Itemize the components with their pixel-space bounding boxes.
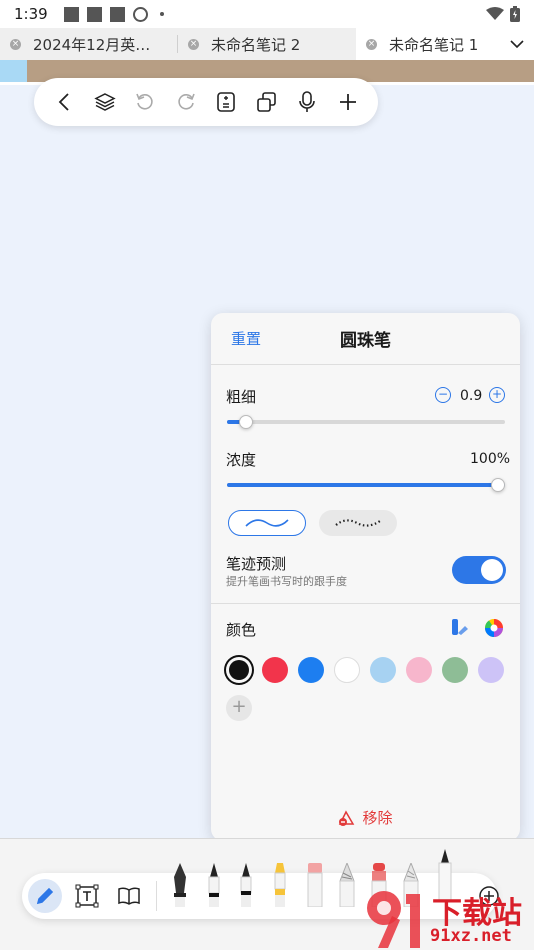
tab-note-2[interactable]: × 未命名笔记 2 bbox=[178, 28, 356, 60]
color-swatch[interactable] bbox=[478, 657, 504, 683]
add-button[interactable] bbox=[335, 89, 361, 115]
opacity-value: 100% bbox=[470, 451, 511, 467]
tab-note-3[interactable]: × 未命名笔记 1 bbox=[356, 28, 534, 60]
watermark-logo: 下载站 91xz.net bbox=[362, 888, 534, 950]
book-icon bbox=[118, 887, 140, 905]
stroke-prediction-toggle[interactable] bbox=[452, 556, 506, 584]
tab-bar: × 2024年12月英… × 未命名笔记 2 × 未命名笔记 1 bbox=[0, 28, 534, 60]
stroke-prediction-description: 提升笔画书写时的跟手度 bbox=[226, 575, 347, 588]
text-box-button[interactable] bbox=[70, 879, 104, 913]
thickness-decrease-button[interactable]: − bbox=[435, 387, 451, 403]
close-tab-icon[interactable]: × bbox=[10, 38, 21, 50]
notification-icon bbox=[63, 6, 79, 22]
opacity-slider-thumb[interactable] bbox=[491, 478, 505, 492]
highlighter-tool[interactable] bbox=[272, 863, 288, 907]
stroke-style-dotted[interactable] bbox=[319, 510, 397, 536]
page-adjust-icon bbox=[217, 92, 236, 112]
color-swatch[interactable] bbox=[442, 657, 468, 683]
watermark-mark-icon bbox=[367, 891, 420, 948]
panel-header: 重置 圆珠笔 bbox=[211, 313, 520, 365]
add-color-button[interactable]: + bbox=[226, 695, 252, 721]
solid-stroke-icon bbox=[245, 519, 289, 527]
status-time: 1:39 bbox=[14, 5, 48, 23]
pencil-icon bbox=[36, 887, 54, 905]
notification-icon bbox=[86, 6, 102, 22]
color-swatch[interactable] bbox=[229, 660, 249, 680]
close-tab-icon[interactable]: × bbox=[366, 38, 377, 50]
reading-mode-button[interactable] bbox=[112, 879, 146, 913]
tab-label: 未命名笔记 2 bbox=[211, 35, 301, 54]
pen-mode-button[interactable] bbox=[28, 879, 62, 913]
microphone-icon bbox=[299, 91, 316, 112]
color-picker-icon[interactable] bbox=[451, 617, 469, 637]
watermark-site: 91xz.net bbox=[430, 926, 512, 946]
tab-label: 2024年12月英… bbox=[33, 35, 151, 54]
record-button[interactable] bbox=[294, 89, 320, 115]
pen-settings-panel: 重置 圆珠笔 粗细 − 0.9 + 浓度 100% 笔迹预测 提升笔画书写时的跟… bbox=[211, 313, 520, 841]
close-tab-icon[interactable]: × bbox=[188, 38, 199, 50]
undo-icon bbox=[136, 93, 153, 110]
color-swatch[interactable] bbox=[262, 657, 288, 683]
page-settings-button[interactable] bbox=[213, 89, 239, 115]
color-swatch[interactable] bbox=[298, 657, 324, 683]
top-toolbar bbox=[34, 78, 378, 126]
opacity-label: 浓度 bbox=[226, 451, 257, 469]
layers-icon bbox=[94, 93, 116, 111]
status-bar: 1:39 bbox=[0, 0, 534, 28]
redo-icon bbox=[178, 93, 195, 110]
stroke-style-solid[interactable] bbox=[228, 510, 306, 536]
ballpoint-pen-tool[interactable] bbox=[206, 863, 222, 907]
battery-icon bbox=[510, 6, 520, 22]
plus-icon bbox=[339, 94, 356, 110]
color-swatch[interactable] bbox=[334, 657, 360, 683]
color-wheel-icon[interactable] bbox=[484, 618, 504, 638]
remove-icon bbox=[339, 809, 355, 826]
text-box-icon bbox=[75, 884, 99, 908]
more-notifications-icon bbox=[159, 12, 164, 16]
remove-pen-button[interactable]: 移除 bbox=[211, 807, 520, 828]
notification-icon bbox=[109, 6, 125, 22]
marker-pen-tool[interactable] bbox=[238, 863, 254, 907]
color-swatch[interactable] bbox=[406, 657, 432, 683]
thickness-label: 粗细 bbox=[226, 388, 257, 406]
dotted-stroke-icon bbox=[335, 519, 381, 527]
tab-label: 未命名笔记 1 bbox=[389, 35, 479, 54]
remove-label: 移除 bbox=[362, 809, 393, 827]
opacity-slider[interactable] bbox=[227, 478, 505, 492]
color-label: 颜色 bbox=[226, 621, 257, 639]
reset-button[interactable]: 重置 bbox=[231, 328, 261, 349]
fountain-pen-tool[interactable] bbox=[172, 863, 188, 907]
copy-icon bbox=[256, 92, 276, 112]
sync-icon bbox=[132, 6, 148, 22]
redo-button[interactable] bbox=[173, 89, 199, 115]
thickness-increase-button[interactable]: + bbox=[489, 387, 505, 403]
wifi-icon bbox=[486, 7, 504, 20]
pencil-tool[interactable] bbox=[338, 863, 356, 907]
duplicate-button[interactable] bbox=[254, 89, 280, 115]
thickness-value: 0.9 bbox=[460, 388, 483, 404]
color-swatch[interactable] bbox=[370, 657, 396, 683]
back-button[interactable] bbox=[51, 89, 77, 115]
thickness-slider[interactable] bbox=[227, 415, 505, 429]
eraser-tool[interactable] bbox=[306, 863, 324, 907]
undo-button[interactable] bbox=[132, 89, 158, 115]
thickness-slider-thumb[interactable] bbox=[239, 415, 253, 429]
stroke-prediction-label: 笔迹预测 bbox=[226, 555, 287, 573]
chevron-down-icon[interactable] bbox=[510, 39, 524, 49]
tab-note-1[interactable]: × 2024年12月英… bbox=[0, 28, 178, 60]
layers-button[interactable] bbox=[92, 89, 118, 115]
chevron-left-icon bbox=[58, 93, 69, 111]
